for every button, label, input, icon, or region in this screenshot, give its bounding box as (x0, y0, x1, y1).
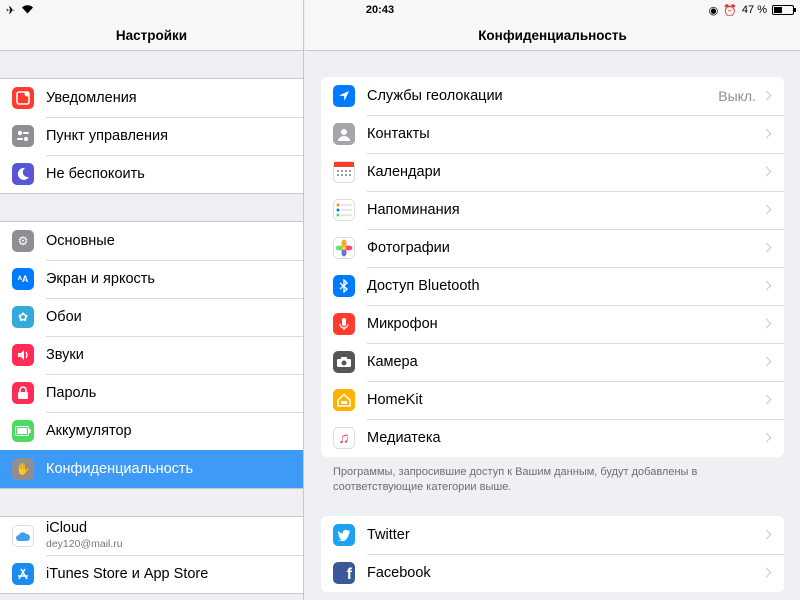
privacy-item-photos[interactable]: Фотографии (321, 229, 784, 267)
chevron-right-icon (761, 204, 772, 215)
hand-icon: ✋ (12, 458, 34, 480)
chevron-right-icon (761, 356, 772, 367)
camera-icon (333, 351, 355, 373)
icloud-icon (12, 525, 34, 547)
twitter-icon (333, 524, 355, 546)
facebook-icon: f (333, 562, 355, 584)
music-icon: ♫ (333, 427, 355, 449)
chevron-right-icon (761, 394, 772, 405)
privacy-panel: Конфиденциальность Службы геолокации Вык… (305, 0, 800, 600)
photos-icon (333, 237, 355, 259)
settings-group-2: ⚙ Основные ᴬA Экран и яркость ✿ Обои Зву… (0, 221, 303, 489)
airplane-icon: ✈ (6, 4, 16, 17)
chevron-right-icon (761, 567, 772, 578)
appstore-icon (12, 563, 34, 585)
chevron-right-icon (761, 166, 772, 177)
reminders-icon (333, 199, 355, 221)
sidebar-item-wallpaper[interactable]: ✿ Обои (0, 298, 303, 336)
status-bar: ✈ 20:43 ◉ ⏰ 47 % (0, 0, 800, 20)
notifications-icon (12, 87, 34, 109)
privacy-item-location[interactable]: Службы геолокации Выкл. (321, 77, 784, 115)
chevron-right-icon (761, 432, 772, 443)
homekit-icon (333, 389, 355, 411)
lock-icon (12, 382, 34, 404)
status-time: 20:43 (365, 4, 395, 16)
wallpaper-icon: ✿ (12, 306, 34, 328)
sidebar-item-control-center[interactable]: Пункт управления (0, 117, 303, 155)
moon-icon (12, 163, 34, 185)
icloud-account: dey120@mail.ru (46, 538, 123, 551)
sidebar-item-passcode[interactable]: Пароль (0, 374, 303, 412)
privacy-item-reminders[interactable]: Напоминания (321, 191, 784, 229)
privacy-footer-note: Программы, запросившие доступ к Вашим да… (333, 466, 698, 494)
privacy-item-calendars[interactable]: Календари (321, 153, 784, 191)
privacy-item-homekit[interactable]: HomeKit (321, 381, 784, 419)
control-center-icon (12, 125, 34, 147)
location-icon (333, 85, 355, 107)
wifi-icon (21, 4, 34, 17)
chevron-right-icon (761, 529, 772, 540)
privacy-item-microphone[interactable]: Микрофон (321, 305, 784, 343)
chevron-right-icon (761, 90, 772, 101)
battery-icon (771, 5, 796, 15)
sidebar-item-battery[interactable]: Аккумулятор (0, 412, 303, 450)
calendar-icon (333, 161, 355, 183)
sidebar-item-sounds[interactable]: Звуки (0, 336, 303, 374)
chevron-right-icon (761, 242, 772, 253)
gear-icon: ⚙ (12, 230, 34, 252)
privacy-item-media-library[interactable]: ♫ Медиатека (321, 419, 784, 457)
bluetooth-icon (333, 275, 355, 297)
orientation-lock-icon: ◉ (708, 4, 719, 17)
location-value: Выкл. (718, 88, 756, 104)
chevron-right-icon (761, 318, 772, 329)
settings-group-1: Уведомления Пункт управления Не беспокои… (0, 78, 303, 194)
privacy-item-twitter[interactable]: Twitter (321, 516, 784, 554)
privacy-item-camera[interactable]: Камера (321, 343, 784, 381)
privacy-item-bluetooth[interactable]: Доступ Bluetooth (321, 267, 784, 305)
settings-group-3: iCloud dey120@mail.ru iTunes Store и App… (0, 516, 303, 594)
sidebar-item-general[interactable]: ⚙ Основные (0, 222, 303, 260)
sidebar-item-icloud[interactable]: iCloud dey120@mail.ru (0, 517, 303, 555)
alarm-icon: ⏰ (723, 4, 737, 17)
battery-percent: 47 % (741, 4, 767, 16)
sidebar-item-itunes-appstore[interactable]: iTunes Store и App Store (0, 555, 303, 593)
microphone-icon (333, 313, 355, 335)
contacts-icon (333, 123, 355, 145)
sidebar-item-display[interactable]: ᴬA Экран и яркость (0, 260, 303, 298)
chevron-right-icon (761, 128, 772, 139)
sidebar-item-do-not-disturb[interactable]: Не беспокоить (0, 155, 303, 193)
battery-icon (12, 420, 34, 442)
settings-sidebar: Настройки Уведомления Пункт управления Н… (0, 0, 304, 600)
chevron-right-icon (761, 280, 772, 291)
privacy-list: Службы геолокации Выкл. Контакты Календа… (321, 77, 784, 457)
social-accounts-list: Twitter f Facebook (321, 516, 784, 592)
privacy-item-facebook[interactable]: f Facebook (321, 554, 784, 592)
display-icon: ᴬA (12, 268, 34, 290)
sidebar-item-privacy[interactable]: ✋ Конфиденциальность (0, 450, 303, 488)
sound-icon (12, 344, 34, 366)
privacy-item-contacts[interactable]: Контакты (321, 115, 784, 153)
sidebar-item-notifications[interactable]: Уведомления (0, 79, 303, 117)
